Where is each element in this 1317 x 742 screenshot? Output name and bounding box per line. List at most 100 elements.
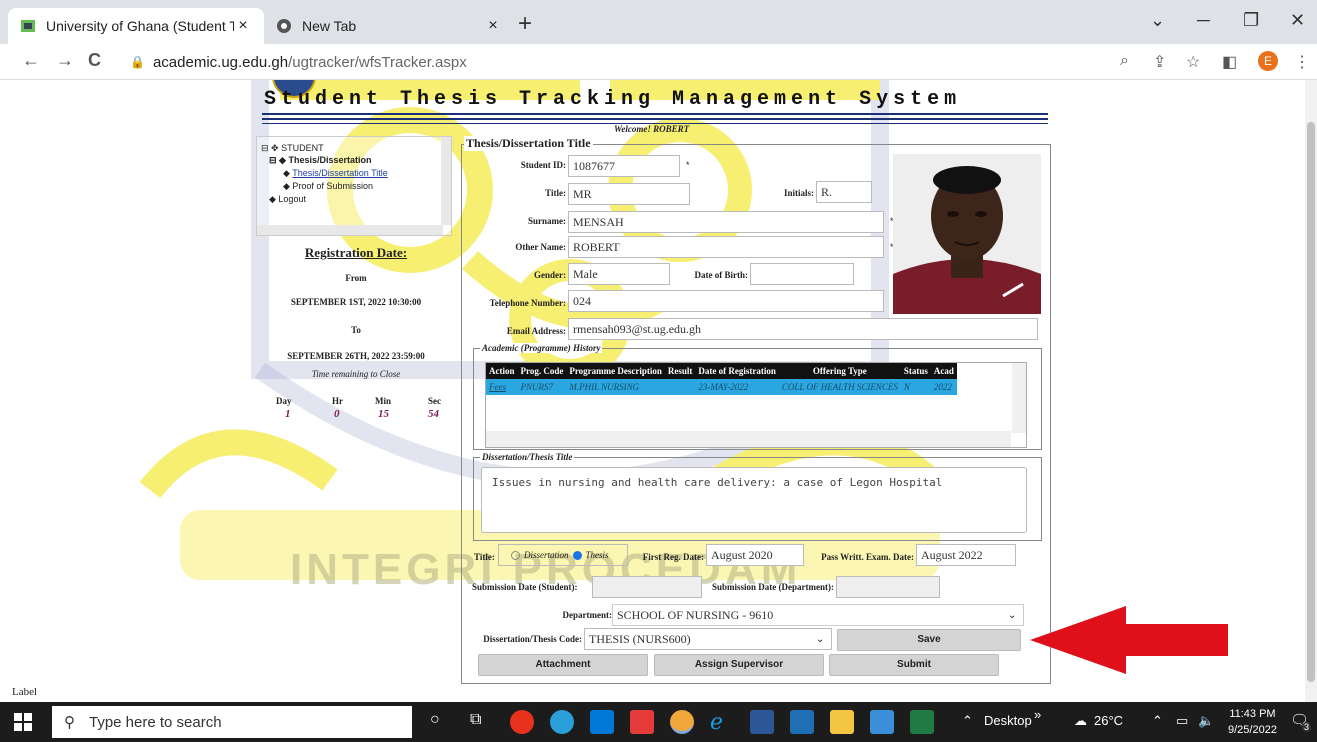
close-window-button[interactable]: ✕ xyxy=(1290,10,1305,31)
tray-chevron-icon[interactable]: ⌃ xyxy=(962,713,973,729)
tree-node-logout[interactable]: ◆ Logout xyxy=(269,194,306,205)
page-scrollbar-thumb[interactable] xyxy=(1307,122,1315,682)
side-panel-icon[interactable]: ◧ xyxy=(1222,52,1237,72)
internet-explorer-icon[interactable]: ℯ xyxy=(710,710,734,734)
page-scrollbar[interactable] xyxy=(1305,80,1317,702)
other-name-field[interactable]: ROBERT xyxy=(568,236,884,258)
tab-new-tab[interactable]: New Tab × xyxy=(264,8,514,44)
windows-taskbar: ⚲ Type here to search ○ ⧉ ℯ ⌃ Desktop » … xyxy=(0,702,1317,742)
thesis-title-textarea[interactable]: Issues in nursing and health care delive… xyxy=(481,467,1027,533)
menu-kebab-icon[interactable]: ⋮ xyxy=(1294,52,1310,72)
telephone-field[interactable]: 024 xyxy=(568,290,884,312)
forward-button[interactable]: → xyxy=(56,50,74,71)
tree-node-thesis-title[interactable]: ◆ Thesis/Dissertation Title xyxy=(283,168,388,179)
url-host: academic.ug.edu.gh xyxy=(152,53,289,71)
title-field[interactable]: MR xyxy=(568,183,690,205)
store-app-icon[interactable] xyxy=(590,710,614,734)
cortana-icon[interactable]: ○ xyxy=(430,711,440,729)
tab-close-icon[interactable]: × xyxy=(484,17,502,35)
app-icon[interactable] xyxy=(630,710,654,734)
tree-node-student[interactable]: ⊟ ✥ STUDENT xyxy=(261,143,324,154)
desktop-more-chevron[interactable]: » xyxy=(1034,707,1041,722)
tab-search-chevron-icon[interactable]: ⌄ xyxy=(1150,10,1165,31)
telephone-label: Telephone Number: xyxy=(489,298,566,308)
radio-dissertation[interactable] xyxy=(511,550,520,560)
assign-supervisor-button[interactable]: Assign Supervisor xyxy=(654,654,824,676)
notification-count-badge: 3 xyxy=(1302,722,1312,732)
battery-icon[interactable]: ▭ xyxy=(1176,713,1188,729)
edge-app-icon[interactable] xyxy=(550,710,574,734)
tab-title: University of Ghana (Student The xyxy=(46,18,234,34)
tab-university-of-ghana[interactable]: University of Ghana (Student The × xyxy=(8,8,264,44)
email-field[interactable]: rmensah093@st.ug.edu.gh xyxy=(568,318,1038,340)
required-mark: * xyxy=(686,160,690,170)
pass-exam-field[interactable]: August 2022 xyxy=(916,544,1016,566)
share-icon[interactable]: ⇪ xyxy=(1153,52,1166,72)
attachment-button[interactable]: Attachment xyxy=(478,654,648,676)
calculator-app-icon[interactable] xyxy=(790,710,814,734)
file-explorer-icon[interactable] xyxy=(830,710,854,734)
tree-node-thesis[interactable]: ⊟ ◆ Thesis/Dissertation xyxy=(269,155,372,166)
grid-cell: 23-MAY-2022 xyxy=(695,379,779,395)
desktop-toolbar[interactable]: Desktop xyxy=(984,713,1032,728)
dob-field[interactable] xyxy=(750,263,854,285)
submit-button[interactable]: Submit xyxy=(829,654,999,676)
submission-student-field[interactable] xyxy=(592,576,702,598)
from-date: SEPTEMBER 1ST, 2022 10:30:00 xyxy=(290,297,422,307)
profile-avatar[interactable]: E xyxy=(1258,51,1278,71)
tree-node-proof[interactable]: ◆ Proof of Submission xyxy=(283,181,373,192)
submission-dept-field[interactable] xyxy=(836,576,940,598)
initials-label: Initials: xyxy=(783,188,814,198)
first-reg-label: First Reg. Date: xyxy=(642,552,704,562)
fees-link[interactable]: Fees xyxy=(486,379,518,395)
code-label: Dissertation/Thesis Code: xyxy=(483,634,582,644)
photos-app-icon[interactable] xyxy=(870,710,894,734)
weather-icon[interactable]: ☁ xyxy=(1074,713,1087,729)
tree-horizontal-scrollbar[interactable] xyxy=(257,225,443,235)
grid-header: Result xyxy=(664,363,696,379)
opera-app-icon[interactable] xyxy=(510,710,534,734)
title-type-label: Title: xyxy=(474,552,495,562)
system-title: Student Thesis Tracking Management Syste… xyxy=(264,88,962,111)
zoom-icon[interactable]: ⌕ xyxy=(1120,52,1129,70)
chrome-favicon-icon xyxy=(276,18,292,34)
gender-field[interactable]: Male xyxy=(568,263,670,285)
task-view-icon[interactable]: ⧉ xyxy=(470,711,481,729)
surname-label: Surname: xyxy=(528,216,566,226)
initials-field[interactable]: R. xyxy=(816,181,872,203)
surname-field[interactable]: MENSAH xyxy=(568,211,884,233)
excel-app-icon[interactable] xyxy=(910,710,934,734)
restore-button[interactable]: ❐ xyxy=(1243,10,1259,31)
tab-close-icon[interactable]: × xyxy=(234,17,252,35)
minimize-button[interactable]: ─ xyxy=(1197,10,1210,31)
submission-student-label: Submission Date (Student): xyxy=(472,582,578,592)
hidden-icons-chevron-icon[interactable]: ⌃ xyxy=(1152,713,1163,729)
taskbar-clock[interactable]: 11:43 PM 9/25/2022 xyxy=(1228,706,1277,738)
grid-cell: N xyxy=(900,379,931,395)
student-id-field[interactable]: 1087677 xyxy=(568,155,680,177)
tree-vertical-scrollbar[interactable] xyxy=(441,137,451,225)
weather-temp[interactable]: 26°C xyxy=(1094,713,1123,728)
back-button[interactable]: ← xyxy=(22,50,40,71)
reload-button[interactable]: C xyxy=(88,50,101,71)
word-app-icon[interactable] xyxy=(750,710,774,734)
windows-start-icon[interactable] xyxy=(14,713,32,736)
code-select[interactable]: THESIS (NURS600) xyxy=(584,628,832,650)
taskbar-search-box[interactable]: ⚲ Type here to search xyxy=(52,706,412,738)
chrome-app-icon[interactable] xyxy=(670,710,694,734)
save-button[interactable]: Save xyxy=(837,629,1021,651)
bookmark-star-icon[interactable]: ☆ xyxy=(1186,52,1200,72)
first-reg-field[interactable]: August 2020 xyxy=(706,544,804,566)
other-name-label: Other Name: xyxy=(515,242,566,252)
department-select[interactable]: SCHOOL OF NURSING - 9610 xyxy=(612,604,1024,626)
chevron-down-icon: ⌄ xyxy=(1008,610,1017,621)
volume-icon[interactable]: 🔈 xyxy=(1198,713,1214,729)
timer-day: 1 xyxy=(285,408,291,420)
grid-vertical-scrollbar[interactable] xyxy=(1012,363,1026,433)
footer-label: Label xyxy=(12,686,38,698)
thesis-title-link[interactable]: Thesis/Dissertation Title xyxy=(292,168,388,178)
radio-thesis[interactable] xyxy=(572,550,582,560)
new-tab-button[interactable]: + xyxy=(518,10,532,38)
grid-header: Acad xyxy=(930,363,957,379)
grid-horizontal-scrollbar[interactable] xyxy=(486,431,1011,447)
